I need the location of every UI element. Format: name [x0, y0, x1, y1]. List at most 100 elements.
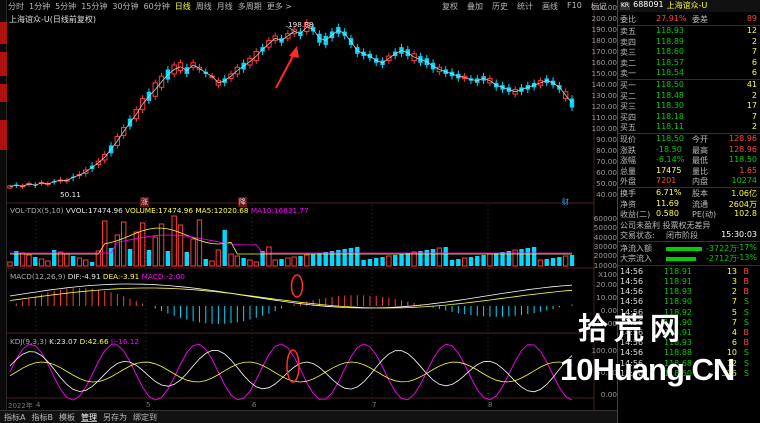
high-price-annotation: 198.88 — [288, 20, 314, 29]
volume-bar — [317, 253, 322, 266]
ask-row-value2: 6 — [751, 57, 757, 67]
ma-line — [9, 26, 573, 188]
volume-bar — [424, 250, 429, 266]
volume-bar — [7, 261, 13, 267]
volume-bar — [304, 254, 310, 267]
dea-label: DEA: — [102, 272, 121, 281]
quote-stat-row-value2: 1.65 — [739, 165, 757, 175]
quote-stat-row-value2: 118.50 — [729, 155, 757, 165]
ask-row-value: 118.54 — [656, 68, 684, 77]
quote-stat-row-value: 118.50 — [656, 134, 684, 144]
ask-row: 卖四 118.89 2 — [620, 37, 759, 48]
volume-bar — [83, 259, 89, 267]
event-mark-cai[interactable]: 财 — [562, 197, 569, 207]
bid-row-value2: 41 — [746, 80, 757, 90]
indicator-tab-5[interactable]: 绑定到 — [133, 412, 157, 422]
indicator-tab-4[interactable]: 另存为 — [103, 412, 127, 422]
volume-bar — [285, 257, 291, 267]
tick-side: B — [743, 277, 750, 286]
d-value: 42.66 — [87, 337, 109, 346]
bid-row-value: 118.30 — [656, 101, 684, 111]
ask-row: 卖二 118.57 6 — [620, 58, 759, 69]
volume-bar — [127, 249, 133, 266]
vvol-label: VVOL: — [65, 206, 88, 215]
price-axis-tick: 150.00 — [591, 69, 617, 78]
bid-row-value2: 2 — [751, 122, 757, 131]
company-notice: 公司未盈利 投票权无差异 — [620, 220, 711, 230]
quote-stat-row-value2: 2604万 — [728, 199, 757, 209]
fund-flow-bar — [666, 247, 702, 251]
fund-flow-label: 大宗流入 — [620, 254, 652, 264]
quote-stat-row: 现价 118.50 今开 128.96 — [620, 134, 759, 145]
ask-row-value: 118.57 — [656, 57, 684, 67]
tick-price: 118.91 — [664, 266, 692, 276]
volume-bar — [569, 255, 575, 266]
volume-bar — [557, 257, 562, 266]
price-axis-tick: 60.00 — [596, 168, 617, 177]
kline-chart-canvas[interactable] — [0, 0, 617, 410]
price-axis-tick: 210.00 — [591, 3, 617, 12]
ask-row-label: 卖四 — [620, 37, 636, 47]
volume-axis-tick: 40000 — [593, 232, 617, 242]
price-axis-tick: 140.00 — [591, 80, 617, 89]
ask-row-value2: 2 — [751, 36, 757, 46]
ask-row: 卖一 118.54 6 — [620, 68, 759, 79]
tick-volume: 3 — [731, 277, 737, 286]
ask-row-value: 118.89 — [656, 36, 684, 46]
volume-axis-tick: X100 — [598, 269, 617, 279]
ma10-value: 16631.77 — [273, 206, 309, 215]
arrow-annotation — [275, 53, 295, 89]
tick-time: 14:56 — [620, 277, 644, 286]
divider — [618, 264, 760, 266]
vol-label: VOLUME: — [125, 206, 159, 215]
price-axis-tick: 90.00 — [596, 135, 617, 144]
weibi-row-value2: 89 — [746, 14, 757, 23]
date-tick: 6 — [252, 401, 257, 409]
bid-row-value: 118.50 — [656, 80, 684, 90]
weibi-row-label: 委比 — [620, 15, 636, 24]
vol-value: 17474.96 — [158, 206, 193, 215]
indicator-tab-0[interactable]: 指标A — [4, 412, 25, 422]
weibi-row-label2: 委差 — [692, 15, 708, 24]
bid-row-value: 118.48 — [656, 90, 684, 100]
stock-chart-app: 分时 1分钟 5分钟 15分钟 30分钟 60分钟 日线 周线 月线 多周期 更多 > 复权 叠加 历史… — [0, 0, 760, 423]
tick-volume: 2 — [731, 287, 737, 297]
price-axis-tick: 40.00 — [596, 190, 617, 199]
quote-stat-row-label: 总量 — [620, 166, 636, 176]
volume-bar — [33, 257, 38, 266]
dif-label: DIF: — [67, 272, 82, 281]
volume-bar — [52, 250, 57, 266]
bid-row-value2: 2 — [751, 90, 757, 100]
volume-bar — [468, 257, 474, 266]
ask-row: 卖五 118.93 12 — [620, 26, 759, 37]
price-axis-tick: 190.00 — [591, 25, 617, 34]
event-mark-zhang[interactable]: 涨 — [140, 197, 149, 207]
quote-stat-row-value: 0.580 — [656, 209, 679, 219]
price-axis-tick: 160.00 — [591, 58, 617, 67]
bid-row-value: 118.11 — [656, 122, 684, 131]
volume-bar — [76, 257, 83, 267]
volume-bar — [234, 255, 241, 267]
quote-stat-row-value2: 1.06亿 — [731, 189, 757, 199]
quote-stat-row-value: 11.69 — [656, 198, 679, 208]
volume-bar — [386, 255, 392, 267]
price-axis-tick: 50.00 — [596, 179, 617, 188]
tick-price: 118.93 — [664, 287, 692, 297]
volume-bar — [38, 258, 45, 267]
quote-stat-row-label2: 量比 — [692, 166, 708, 176]
watermark-en: 10Huang.CN — [560, 352, 735, 387]
ask-row-value2: 6 — [751, 68, 757, 77]
quote-stat-row-label2: 最高 — [692, 145, 708, 155]
volume-axis-tick: 10000 — [593, 260, 617, 270]
event-mark-jiang[interactable]: 降 — [238, 197, 247, 207]
tick-side: B — [743, 266, 750, 276]
volume-bar — [361, 260, 366, 266]
volume-bar — [196, 219, 203, 267]
price-axis-tick: 80.00 — [596, 146, 617, 155]
indicator-tab-2[interactable]: 模板 — [59, 412, 75, 422]
indicator-tab-3[interactable]: 管理 — [80, 412, 97, 422]
stock-code: 688091 — [633, 0, 664, 9]
volume-bar — [550, 258, 556, 266]
indicator-tab-1[interactable]: 指标B — [31, 412, 53, 422]
volume-bar — [519, 249, 524, 266]
